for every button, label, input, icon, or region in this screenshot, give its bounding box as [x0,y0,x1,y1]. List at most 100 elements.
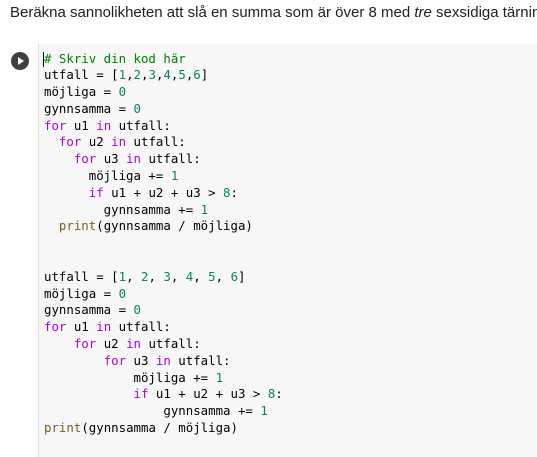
run-cell-button[interactable] [11,52,29,70]
code-line: möjliga += 1 [44,370,283,387]
code-token: u3 [96,151,127,167]
code-line: for u2 in utfall: [44,336,283,353]
code-token: u1 [66,319,97,335]
code-lines: # Skriv din kod här utfall = [1,2,3,4,5,6… [44,51,283,437]
code-token: if [133,386,149,402]
question-text-start: Beräkna sannolikheten att slå en summa s… [10,4,415,21]
code-token: in [96,319,112,335]
code-token: (gynnsamma / möjliga) [96,218,253,234]
code-token: 0 [118,285,127,301]
code-line: utfall = [1,2,3,4,5,6] [44,67,283,84]
code-line: for u2 in utfall: [44,134,283,151]
code-token: u1 + u2 + u3 > [148,386,268,402]
code-editor[interactable]: # Skriv din kod här utfall = [1,2,3,4,5,6… [38,44,537,457]
code-token: utfall: [126,134,186,150]
notebook-page: Beräkna sannolikheten att slå en summa s… [0,0,537,457]
code-token: 0 [118,84,127,100]
code-token: 6 [193,67,201,83]
code-token: 0 [133,100,141,116]
code-token: 6 [230,268,239,284]
question-text-emphasis: tre [414,4,432,21]
code-line: gynnsamma += 1 [44,202,283,219]
code-token: print [58,218,97,234]
code-token: in [96,117,112,133]
play-icon [18,57,24,65]
code-token: 1 [200,201,209,217]
code-token: 3 [163,268,171,284]
code-token: print [44,420,82,436]
code-line: for u1 in utfall: [44,118,283,135]
code-token: for [58,134,82,150]
code-token: utfall: [111,117,171,133]
code-token: , [193,268,209,284]
code-token: möjliga += [44,168,171,184]
code-line: if u1 + u2 + u3 > 8: [44,185,283,202]
code-token: utfall = [ [44,268,119,284]
code-token: for [73,336,97,352]
code-line: for u1 in utfall: [44,319,283,336]
code-token: 0 [133,302,141,318]
code-line: for u3 in utfall: [44,151,283,168]
code-token: , [126,67,134,83]
code-line: möjliga = 0 [44,286,283,303]
code-token: 1 [170,168,179,184]
code-token: 3 [148,67,156,83]
cell-gutter [0,44,38,457]
code-token: möjliga = [44,84,119,100]
code-token: 1 [215,369,224,385]
code-token: ] [200,67,209,83]
code-token: u2 [81,134,112,150]
code-token: utfall: [170,352,231,368]
code-token: ] [238,268,246,284]
code-token: (gynnsamma / möjliga) [81,420,238,436]
code-token: gynnsamma += [44,201,201,217]
code-token: 4 [163,67,171,83]
code-token: 5 [178,67,186,83]
code-token: u3 [126,352,156,368]
code-token: for [73,151,97,167]
code-line: gynnsamma = 0 [44,302,283,319]
code-line: möjliga += 1 [44,168,283,185]
code-line: # Skriv din kod här [44,51,283,68]
code-token: in [126,151,141,167]
code-token: utfall: [111,319,171,335]
code-token: , [215,268,231,284]
code-token: for [103,352,127,368]
code-cell: # Skriv din kod här utfall = [1,2,3,4,5,6… [0,44,537,457]
code-token: , [170,268,186,284]
code-token: : [230,184,238,200]
code-token: gynnsamma = [44,302,134,318]
code-line: gynnsamma += 1 [44,403,283,420]
code-line: utfall = [1, 2, 3, 4, 5, 6] [44,269,283,286]
question-text-end: sexsidiga tärningar. [436,4,537,21]
code-line: print(gynnsamma / möjliga) [44,218,283,235]
code-token: , [126,268,141,284]
code-line: print(gynnsamma / möjliga) [44,420,283,437]
code-token: , [148,268,164,284]
code-token: 2 [133,67,142,83]
code-token: utfall = [ [44,67,119,83]
code-line: if u1 + u2 + u3 > 8: [44,386,283,403]
code-token: u1 [66,117,97,133]
code-token: for [44,117,67,133]
code-token: for [44,319,67,335]
code-token: 1 [118,67,127,83]
code-token: : [275,386,283,402]
code-line: möjliga = 0 [44,84,283,101]
code-token: 1 [118,268,127,284]
code-token: if [88,184,104,200]
code-token: in [155,352,171,368]
code-token: u2 [96,336,127,352]
code-token: möjliga += [44,369,216,385]
code-token: in [111,134,127,150]
code-token: # Skriv din kod här [44,50,186,66]
code-line: for u3 in utfall: [44,353,283,370]
